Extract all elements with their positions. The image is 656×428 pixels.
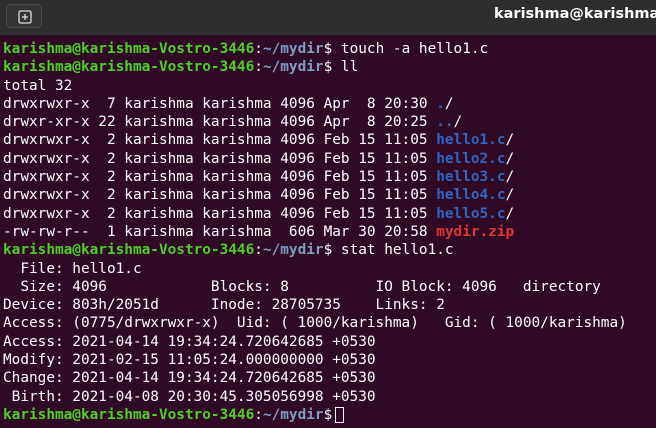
listing-row-suffix: / (505, 169, 515, 186)
prompt-line: karishma@karishma-Vostro-3446:~/mydir$ t… (3, 40, 627, 58)
listing-row: drwxrwxr-x 2 karishma karishma 4096 Feb … (3, 150, 627, 168)
prompt-symbol: $ (323, 59, 333, 76)
listing-row-name: hello4.c (436, 187, 506, 204)
prompt-user-host: karishma@karishma-Vostro-3446 (3, 242, 255, 259)
terminal-cursor[interactable] (335, 406, 345, 423)
command-text: touch -a hello1.c (332, 41, 489, 57)
listing-row: -rw-rw-r-- 1 karishma karishma 606 Mar 3… (3, 223, 627, 241)
prompt-line: karishma@karishma-Vostro-3446:~/mydir$ s… (3, 241, 627, 259)
prompt-path: ~/mydir (262, 59, 324, 76)
prompt-colon: : (254, 41, 263, 57)
prompt-user-host: karishma@karishma-Vostro-3446 (3, 406, 255, 423)
listing-row-name: hello5.c (436, 205, 506, 222)
stat-output-line: Birth: 2021-04-08 20:30:45.305056998 +05… (3, 388, 376, 405)
stat-output-line: Change: 2021-04-14 19:34:24.720642685 +0… (3, 370, 376, 387)
listing-row-info: drwxrwxr-x 2 karishma karishma 4096 Feb … (3, 205, 437, 222)
listing-row-suffix: / (505, 187, 515, 204)
stat-output-line: Device: 803h/2051d Inode: 28705735 Links… (3, 297, 445, 314)
terminal-area[interactable]: karishma@karishma-Vostro-3446:~/mydir$ t… (0, 36, 656, 428)
prompt-path: ~/mydir (262, 406, 324, 423)
stat-output-line: Size: 4096 Blocks: 8 IO Block: 4096 dire… (3, 278, 601, 295)
prompt-user-host: karishma@karishma-Vostro-3446 (3, 41, 255, 57)
listing-row-suffix: / (444, 95, 454, 112)
window-title: karishma@karishma-V (494, 6, 656, 22)
stat-output-line: File: hello1.c (3, 260, 142, 277)
new-tab-icon (18, 10, 32, 24)
prompt-path: ~/mydir (262, 41, 324, 57)
command-text: ll (332, 59, 359, 76)
listing-row-name: hello2.c (436, 150, 506, 167)
listing-row-info: drwxrwxr-x 7 karishma karishma 4096 Apr … (3, 95, 437, 112)
prompt-colon: : (254, 406, 263, 423)
new-tab-button[interactable] (6, 4, 42, 28)
listing-row-name: hello1.c (436, 132, 506, 149)
listing-row: drwxrwxr-x 2 karishma karishma 4096 Feb … (3, 131, 627, 149)
prompt-colon: : (254, 59, 263, 76)
prompt-symbol: $ (323, 41, 333, 57)
listing-total: total 32 (3, 77, 73, 94)
listing-row-suffix: / (505, 132, 515, 149)
listing-row-name: .. (436, 114, 454, 131)
listing-row-name: . (436, 95, 445, 112)
prompt-line: karishma@karishma-Vostro-3446:~/mydir$ l… (3, 58, 627, 76)
listing-row-info: -rw-rw-r-- 1 karishma karishma 606 Mar 3… (3, 223, 437, 240)
listing-row-info: drwxrwxr-x 2 karishma karishma 4096 Feb … (3, 150, 437, 167)
listing-row: drwxrwxr-x 2 karishma karishma 4096 Feb … (3, 168, 627, 186)
window-titlebar: karishma@karishma-V (0, 0, 656, 36)
listing-row-name: mydir.zip (436, 223, 515, 240)
listing-row-info: drwxrwxr-x 2 karishma karishma 4096 Feb … (3, 132, 437, 149)
listing-row-suffix: / (505, 205, 515, 222)
listing-row-info: drwxrwxr-x 2 karishma karishma 4096 Feb … (3, 187, 437, 204)
listing-row: drwxrwxr-x 7 karishma karishma 4096 Apr … (3, 95, 627, 113)
listing-row: drwxrwxr-x 2 karishma karishma 4096 Feb … (3, 205, 627, 223)
command-text: stat hello1.c (332, 242, 454, 259)
listing-row-info: drwxrwxr-x 2 karishma karishma 4096 Feb … (3, 169, 437, 186)
prompt-path: ~/mydir (262, 242, 324, 259)
listing-row-info: drwxr-xr-x 22 karishma karishma 4096 Apr… (3, 114, 437, 131)
prompt-user-host: karishma@karishma-Vostro-3446 (3, 59, 255, 76)
listing-row-suffix: / (505, 150, 515, 167)
prompt-colon: : (254, 242, 263, 259)
prompt-symbol: $ (323, 242, 333, 259)
stat-output-line: Access: (0775/drwxrwxr-x) Uid: ( 1000/ka… (3, 315, 627, 332)
prompt-symbol: $ (323, 406, 333, 423)
listing-row-suffix: / (453, 114, 463, 131)
listing-row-name: hello3.c (436, 169, 506, 186)
listing-row: drwxrwxr-x 2 karishma karishma 4096 Feb … (3, 186, 627, 204)
stat-output-line: Access: 2021-04-14 19:34:24.720642685 +0… (3, 333, 376, 350)
listing-row: drwxr-xr-x 22 karishma karishma 4096 Apr… (3, 113, 627, 131)
stat-output-line: Modify: 2021-02-15 11:05:24.000000000 +0… (3, 352, 376, 369)
prompt-line: karishma@karishma-Vostro-3446:~/mydir$ (3, 406, 627, 424)
